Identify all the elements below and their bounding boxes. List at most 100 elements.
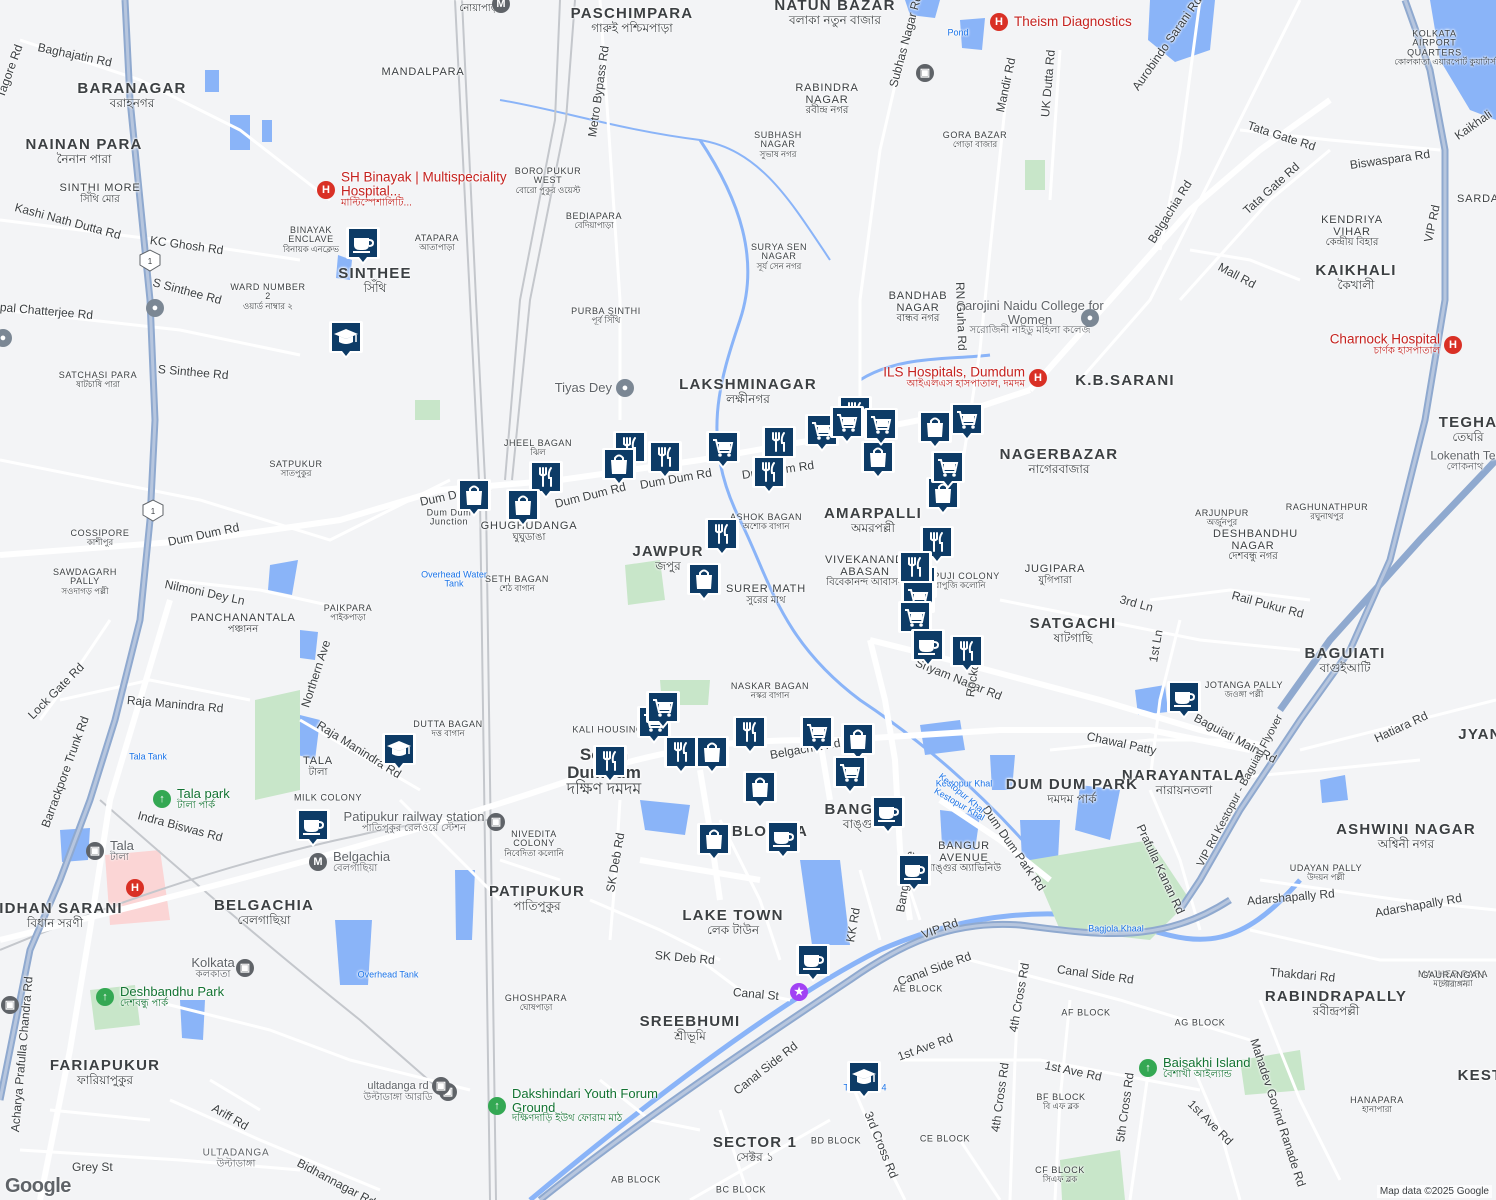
poi-dakshindari-youth-forum-ground[interactable]: Dakshindari Youth Forum Ground দক্ষিণদাড়… xyxy=(512,1087,682,1125)
train-station-icon[interactable]: ▣ xyxy=(432,1077,450,1095)
park-icon[interactable]: ↑ xyxy=(1139,1059,1157,1077)
area-label-af-block: AF BLOCK xyxy=(1061,1007,1110,1017)
poi-ultadanga-rd[interactable]: ultadanga rd উল্টাডাঙ্গা আরডি xyxy=(364,1080,433,1103)
university-icon[interactable]: ● xyxy=(1081,309,1099,327)
poi-theism-diagnostics[interactable]: Theism Diagnostics xyxy=(1014,14,1132,29)
park-icon[interactable]: ↑ xyxy=(488,1097,506,1115)
poi-name[interactable]: Dakshindari Youth Forum Ground xyxy=(512,1087,682,1114)
poi-ultadanga[interactable]: ULTADANGA উল্টাডাঙ্গা xyxy=(203,1148,270,1170)
area-label-name: WARD NUMBER 2 xyxy=(230,282,306,302)
area-label-paikpara: PAIKPARA পাইকপাড়া xyxy=(324,603,372,622)
train-station-icon[interactable]: ▣ xyxy=(236,959,254,977)
area-label-belgachia: BELGACHIA বেলগাছিয়া xyxy=(214,898,314,926)
area-label-name: AB BLOCK xyxy=(611,1174,661,1185)
poi-name[interactable]: Patipukur railway station xyxy=(344,810,485,824)
map-marker-cart[interactable] xyxy=(863,406,899,448)
area-label-ab-block: AB BLOCK xyxy=(611,1174,661,1185)
map-marker-restaurant[interactable] xyxy=(732,714,768,756)
map-marker-shopping-bag[interactable] xyxy=(686,561,722,603)
hospital-icon[interactable]: H xyxy=(126,879,144,897)
map-marker-restaurant[interactable] xyxy=(592,743,628,785)
poi-ils-hospitals-dumdum[interactable]: ILS Hospitals, Dumdum আইএলএস হাসপাতাল, দম… xyxy=(883,365,1025,391)
map-marker-cart[interactable] xyxy=(930,449,966,491)
poi-charnock-hospital[interactable]: Charnock Hospital চার্ণক হাসপাতাল xyxy=(1330,332,1440,358)
poi-name[interactable]: ultadanga rd xyxy=(364,1080,433,1093)
poi-name[interactable]: Belgachia xyxy=(333,850,390,864)
poi-belgachia[interactable]: Belgachia বেলগাছিয়া xyxy=(333,850,390,874)
poi-tala[interactable]: Tala টালা xyxy=(110,839,134,863)
park-icon[interactable]: ↑ xyxy=(153,790,171,808)
hospital-icon[interactable]: H xyxy=(990,13,1008,31)
area-label-ward-number-2: WARD NUMBER 2 ওয়ার্ড নাম্বার ২ xyxy=(228,282,308,311)
map-marker-cart[interactable] xyxy=(832,754,868,796)
poi-name[interactable]: ULTADANGA xyxy=(203,1148,270,1160)
map-canvas[interactable]: 1 1 NOAPARAনোয়াপাড়াPASCHIMPARAগারুই পশ… xyxy=(0,0,1496,1200)
map-marker-shopping-bag[interactable] xyxy=(456,477,492,519)
area-label-native-name: ওয়ার্ড নাম্বার ২ xyxy=(243,300,293,311)
place-icon[interactable]: ● xyxy=(616,379,634,397)
poi-tiyas-dey[interactable]: Tiyas Dey xyxy=(555,381,612,395)
map-marker-restaurant[interactable] xyxy=(751,454,787,496)
train-station-icon[interactable]: ▣ xyxy=(1,996,19,1014)
area-label-name: DESHBANDHU NAGAR xyxy=(1213,528,1299,552)
map-marker-restaurant[interactable] xyxy=(704,516,740,558)
hospital-icon[interactable]: H xyxy=(1029,369,1047,387)
map-marker-restaurant[interactable] xyxy=(949,633,985,675)
map-marker-restaurant[interactable] xyxy=(647,439,683,481)
poi-name[interactable]: Kolkata xyxy=(191,956,234,970)
poi-tala-park[interactable]: Tala park টালা পার্ক xyxy=(177,787,230,811)
map-marker-cafe[interactable] xyxy=(1166,679,1202,721)
area-label-native-name: পূর্ব সিঁথি xyxy=(591,315,621,326)
area-label-name: Tala Tank xyxy=(129,751,167,762)
university-icon[interactable]: ● xyxy=(146,299,164,317)
poi-name[interactable]: Tala xyxy=(110,839,134,853)
map-attribution[interactable]: Map data ©2025 Google xyxy=(1376,1185,1492,1198)
map-marker-cart[interactable] xyxy=(799,714,835,756)
map-marker-shopping-bag[interactable] xyxy=(601,446,637,488)
metro-icon[interactable]: M xyxy=(309,853,327,871)
map-marker-shopping-bag[interactable] xyxy=(694,734,730,776)
poi-name[interactable]: Deshbandhu Park xyxy=(120,985,224,999)
map-marker-cart[interactable] xyxy=(949,401,985,443)
poi-sh-binayak-multispeciality-hospital[interactable]: SH Binayak | Multispeciality Hospital...… xyxy=(341,170,511,210)
map-marker-cafe[interactable] xyxy=(910,627,946,669)
map-marker-shopping-bag[interactable] xyxy=(742,769,778,811)
area-label-kendriya-vihar: KENDRIYA VIHAR কেন্দ্রীয় বিহার xyxy=(1312,214,1392,249)
park-icon[interactable]: ↑ xyxy=(96,988,114,1006)
worship-icon[interactable]: ★ xyxy=(790,983,808,1001)
area-label-native-name: রবীন্দ্র নগর xyxy=(805,105,849,117)
map-marker-cart[interactable] xyxy=(829,404,865,446)
hospital-icon[interactable]: H xyxy=(1444,336,1462,354)
map-marker-cafe[interactable] xyxy=(896,852,932,894)
map-marker-cafe[interactable] xyxy=(295,807,331,849)
map-marker-shopping-bag[interactable] xyxy=(917,409,953,451)
map-marker-cafe[interactable] xyxy=(765,819,801,861)
poi-name[interactable]: Tala park xyxy=(177,787,230,801)
map-marker-shopping-bag[interactable] xyxy=(505,487,541,529)
poi-deshbandhu-park[interactable]: Deshbandhu Park দেশবন্ধু পার্ক xyxy=(120,985,224,1009)
poi-name[interactable]: SH Binayak | Multispeciality Hospital... xyxy=(341,170,511,199)
hospital-icon[interactable]: H xyxy=(317,181,335,199)
poi-kolkata[interactable]: Kolkata কলকাতা xyxy=(191,956,234,980)
poi-name[interactable]: Theism Diagnostics xyxy=(1014,14,1132,29)
area-label-native-name: গৌরাঙ্গন xyxy=(1438,979,1468,990)
map-marker-cafe[interactable] xyxy=(870,794,906,836)
map-marker-cafe[interactable] xyxy=(345,225,381,267)
map-marker-cafe[interactable] xyxy=(795,942,831,984)
area-label-bagjola-khaal: Bagjola Khaal xyxy=(1088,923,1144,933)
map-marker-cart[interactable] xyxy=(645,689,681,731)
poi-baisakhi-island[interactable]: Baisakhi Island বৈশাখী আইল্যান্ড xyxy=(1163,1056,1250,1080)
poi-name[interactable]: Tiyas Dey xyxy=(555,381,612,395)
area-label-name: SAWDAGARH PALLY xyxy=(52,567,118,587)
map-marker-school[interactable] xyxy=(328,319,364,361)
poi-name[interactable]: Baisakhi Island xyxy=(1163,1056,1250,1070)
area-label-name: RABINDRA NAGAR xyxy=(795,82,859,106)
train-station-icon[interactable]: ▣ xyxy=(487,813,505,831)
map-marker-cart[interactable] xyxy=(705,429,741,471)
train-station-icon[interactable]: ▣ xyxy=(86,842,104,860)
bus-stop-icon[interactable]: ▣ xyxy=(916,64,934,82)
map-marker-school[interactable] xyxy=(381,731,417,773)
map-marker-shopping-bag[interactable] xyxy=(696,821,732,863)
poi-patipukur-railway-station[interactable]: Patipukur railway station পাতিপুকুর রেলওয… xyxy=(344,810,485,834)
map-marker-school[interactable] xyxy=(846,1059,882,1101)
